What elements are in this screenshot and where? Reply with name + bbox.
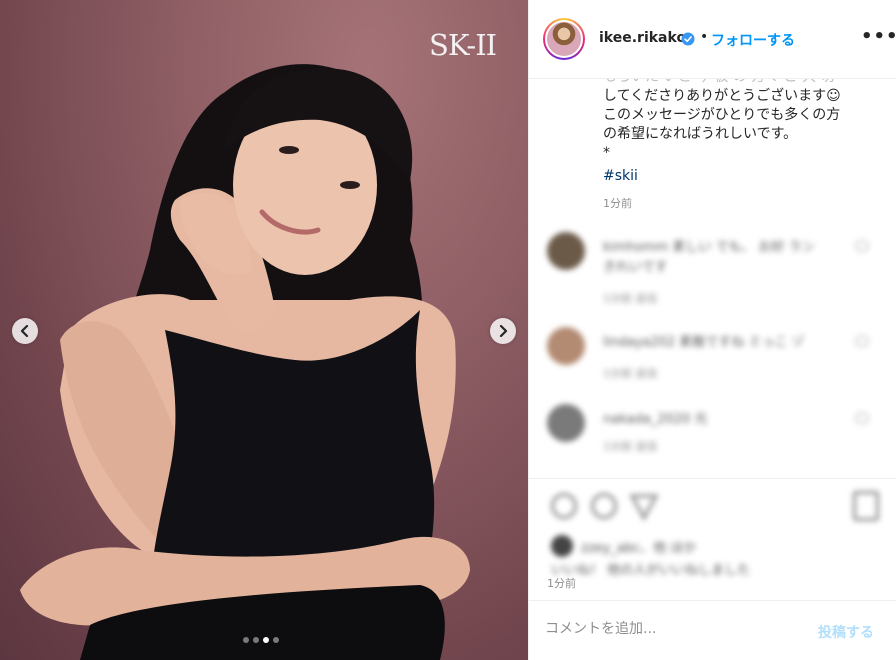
comment-meta: 1分前 返信	[603, 440, 658, 453]
chevron-left-icon	[20, 325, 29, 337]
comment-text: lindaya202 素敵ですね ミっこ ゾ	[603, 335, 805, 350]
post-actions: zzey_abc、他 ほか いいね！ 他の人がいいねしました	[529, 478, 896, 598]
post-timestamp: 1分前	[547, 577, 576, 590]
comment-item[interactable]: lindaya202 素敵ですね ミっこ ゾ 1分前 返信	[543, 327, 883, 387]
save-icon[interactable]	[853, 491, 879, 521]
likes-text[interactable]: zzey_abc、他 ほか	[581, 537, 696, 556]
comment-like-icon[interactable]	[855, 240, 869, 252]
comment-item[interactable]: kimhomm 素しい でも、 お好 ラン きれいです 1分前 返信	[543, 232, 883, 305]
share-icon[interactable]	[629, 493, 659, 521]
comment-avatar[interactable]	[547, 404, 585, 442]
comment-like-icon[interactable]	[855, 412, 869, 424]
likes-text-secondary: いいね！ 他の人がいいねしました	[551, 563, 751, 578]
post-side-panel: ikee.rikako • フォローする ••• もらいた いと 今 板 の 方…	[528, 0, 896, 660]
add-comment-bar: 投稿する	[529, 600, 896, 660]
comment-meta: 1分前 返信	[603, 292, 658, 305]
carousel-indicator	[243, 637, 279, 643]
comment-text: きれいです	[603, 260, 668, 275]
caption-timestamp: 1分前	[603, 197, 632, 210]
comment-like-icon[interactable]	[855, 335, 869, 347]
carousel-dot	[243, 637, 249, 643]
caption-line: してくださりありがとうございます☺	[603, 88, 841, 104]
verified-badge-icon	[681, 32, 695, 46]
like-icon[interactable]	[551, 493, 577, 519]
comment-meta: 1分前 返信	[603, 367, 658, 380]
comment-text: nakada_2020 元	[603, 412, 708, 427]
profile-avatar[interactable]	[543, 18, 585, 60]
brand-logo: SK-II	[429, 28, 497, 62]
actions-blurred-area: zzey_abc、他 ほか いいね！ 他の人がいいねしました	[543, 487, 883, 578]
comment-avatar[interactable]	[547, 232, 585, 270]
comment-icon[interactable]	[591, 493, 617, 519]
carousel-prev-button[interactable]	[12, 318, 38, 344]
hashtag-link[interactable]: #skii	[603, 167, 878, 186]
carousel-next-button[interactable]	[490, 318, 516, 344]
username-link[interactable]: ikee.rikako	[599, 30, 686, 46]
caption-line: *	[603, 145, 610, 161]
portrait-illustration	[20, 64, 470, 660]
carousel-dot	[253, 637, 259, 643]
comment-input[interactable]	[545, 621, 805, 637]
comment-item[interactable]: nakada_2020 元 1分前 返信	[543, 404, 883, 464]
carousel-dot-active	[263, 637, 269, 643]
liker-avatar	[551, 535, 573, 557]
caption-line: の希望になればうれしいです。	[603, 126, 798, 142]
comment-text: kimhomm 素しい でも、 お好 ラン	[603, 240, 815, 255]
chevron-right-icon	[499, 325, 508, 337]
caption-line: このメッセージがひとりでも多くの方	[603, 107, 841, 123]
follow-button[interactable]: フォローする	[711, 30, 795, 50]
post-comment-button[interactable]: 投稿する	[818, 622, 874, 642]
more-options-icon[interactable]: •••	[861, 26, 896, 47]
comment-avatar[interactable]	[547, 327, 585, 365]
post-caption: もらいた いと 今 板 の 方々 ご 大 切 してくださりありがとうございます☺…	[603, 68, 878, 186]
post-header: ikee.rikako • フォローする •••	[529, 0, 896, 79]
header-separator: •	[700, 29, 709, 45]
carousel-dot	[273, 637, 279, 643]
post-photo[interactable]: SK-II	[0, 0, 528, 660]
